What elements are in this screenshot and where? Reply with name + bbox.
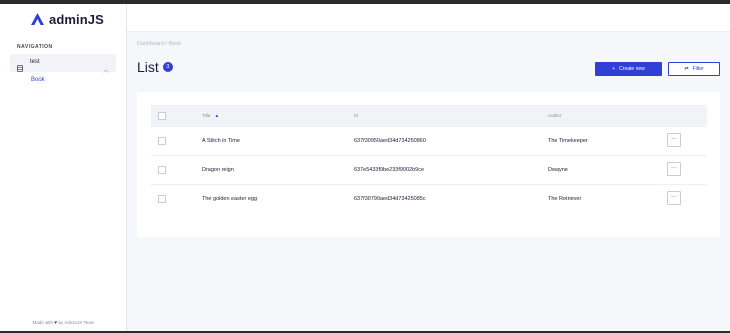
cell-id: 637e5433f9be233f9002b9ce [354, 167, 425, 173]
page-title: List 3 [137, 59, 173, 75]
row-checkbox[interactable] [158, 195, 166, 203]
row-checkbox[interactable] [158, 137, 166, 145]
table-row[interactable]: A Stitch in Time 637f30950aed34d73425086… [151, 127, 707, 156]
main-content: Dashboard / Book List 3 + Create new ⇄ F… [0, 4, 730, 331]
records-table: Title ▲ Id Author A Stitch in Time 637f3… [137, 92, 720, 237]
cell-author: The Retriever [548, 196, 582, 202]
column-title-label: Title [202, 113, 211, 118]
column-header-author[interactable]: Author [548, 113, 561, 118]
cell-id: 637f30950aed34d734250860 [354, 138, 426, 144]
record-count-badge: 3 [162, 62, 173, 72]
page-title-text: List [137, 59, 159, 75]
column-header-id[interactable]: Id [354, 113, 358, 118]
create-new-button[interactable]: + Create new [595, 62, 662, 76]
more-horizontal-icon[interactable]: ··· [667, 133, 681, 147]
cell-title[interactable]: Dragon reign [202, 167, 234, 173]
cell-author: Dwayne [548, 167, 568, 173]
create-new-label: Create new [619, 66, 645, 72]
filter-label: Filter [692, 66, 704, 72]
row-checkbox[interactable] [158, 166, 166, 174]
column-header-title[interactable]: Title ▲ [202, 113, 219, 118]
breadcrumb[interactable]: Dashboard / Book [137, 41, 181, 47]
plus-icon: + [612, 66, 616, 72]
more-horizontal-icon[interactable]: ··· [667, 162, 681, 176]
filter-button[interactable]: ⇄ Filter [668, 62, 720, 76]
table-row[interactable]: Dragon reign 637e5433f9be233f9002b9ce Dw… [151, 156, 707, 185]
sort-ascending-icon: ▲ [214, 113, 220, 118]
table-header: Title ▲ Id Author [151, 105, 707, 127]
filter-icon: ⇄ [684, 66, 689, 72]
cell-author: The Timekeeper [548, 138, 588, 144]
cell-id: 637f30790aed34d73425085c [354, 196, 426, 202]
select-all-checkbox[interactable] [158, 112, 166, 120]
table-row[interactable]: The golden easter egg 637f30790aed34d734… [151, 185, 707, 214]
cell-title[interactable]: The golden easter egg [202, 196, 257, 202]
more-horizontal-icon[interactable]: ··· [667, 191, 681, 205]
cell-title[interactable]: A Stitch in Time [202, 138, 240, 144]
